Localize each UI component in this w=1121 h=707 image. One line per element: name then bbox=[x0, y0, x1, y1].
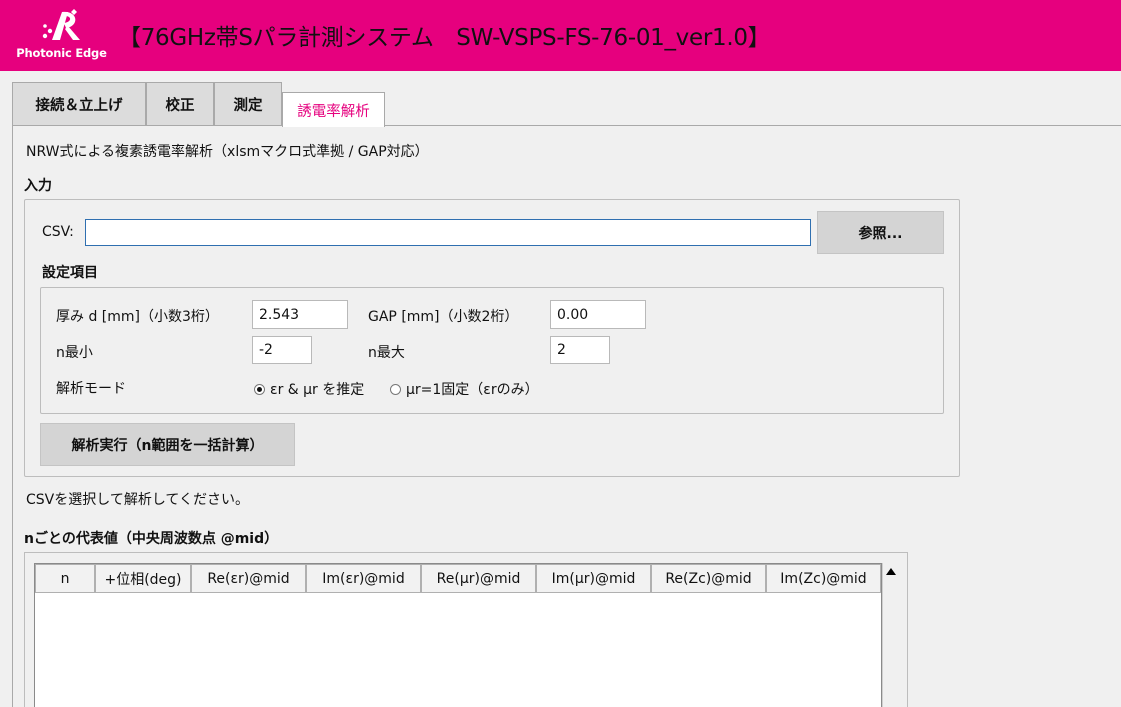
results-vertical-scrollbar[interactable] bbox=[882, 563, 899, 707]
column-header-im-er[interactable]: Im(εr)@mid bbox=[306, 564, 421, 593]
app-title: 【76GHz帯Sパラ計測システム SW-VSPS-FS-76-01_ver1.0… bbox=[118, 25, 771, 51]
analysis-mode-label: 解析モード bbox=[56, 381, 126, 397]
tab-calibration[interactable]: 校正 bbox=[146, 82, 214, 126]
column-header-phase[interactable]: +位相(deg) bbox=[95, 564, 191, 593]
mode-radio-mr-fixed[interactable]: μr=1固定（εrのみ） bbox=[390, 379, 539, 399]
n-min-input[interactable]: -2 bbox=[252, 336, 312, 364]
gap-input[interactable]: 0.00 bbox=[550, 300, 646, 329]
tab-measurement[interactable]: 測定 bbox=[214, 82, 282, 126]
radio-checked-icon bbox=[254, 383, 265, 395]
run-analysis-button[interactable]: 解析実行（n範囲を一括計算） bbox=[40, 423, 295, 466]
csv-path-input[interactable] bbox=[85, 219, 811, 246]
column-header-im-zc[interactable]: Im(Zc)@mid bbox=[766, 564, 881, 593]
page-description: NRW式による複素誘電率解析（xlsmマクロ式準拠 / GAP対応） bbox=[26, 144, 429, 160]
mode-radio-mr-fixed-label: μr=1固定（εrのみ） bbox=[406, 382, 539, 398]
n-min-label: n最小 bbox=[56, 345, 93, 361]
status-message: CSVを選択して解析してください。 bbox=[26, 492, 249, 508]
radio-unchecked-icon bbox=[390, 383, 401, 395]
n-max-label: n最大 bbox=[368, 345, 405, 361]
gap-label: GAP [mm]（小数2桁） bbox=[368, 309, 519, 325]
thickness-label: 厚み d [mm]（小数3桁） bbox=[56, 309, 219, 325]
column-header-re-zc[interactable]: Re(Zc)@mid bbox=[651, 564, 766, 593]
column-header-re-mr[interactable]: Re(μr)@mid bbox=[421, 564, 536, 593]
column-header-re-er[interactable]: Re(εr)@mid bbox=[191, 564, 306, 593]
tab-panel-border-left bbox=[12, 125, 13, 707]
tab-connect-startup[interactable]: 接続＆立上げ bbox=[12, 82, 146, 126]
mode-radio-er-mr[interactable]: εr & μr を推定 bbox=[254, 379, 364, 399]
thickness-input[interactable]: 2.543 bbox=[252, 300, 348, 329]
photonic-edge-logo-icon bbox=[42, 9, 80, 40]
csv-label: CSV: bbox=[42, 224, 74, 240]
app-header: Photonic Edge 【76GHz帯Sパラ計測システム SW-VSPS-F… bbox=[0, 0, 1121, 71]
input-section-title: 入力 bbox=[24, 178, 52, 194]
column-header-im-mr[interactable]: Im(μr)@mid bbox=[536, 564, 651, 593]
n-max-input[interactable]: 2 bbox=[550, 336, 610, 364]
company-logo: Photonic Edge bbox=[14, 6, 109, 66]
tab-permittivity-analysis[interactable]: 誘電率解析 bbox=[282, 92, 385, 127]
settings-title: 設定項目 bbox=[42, 265, 98, 281]
logo-text: Photonic Edge bbox=[16, 46, 107, 60]
tab-panel-border bbox=[12, 125, 1121, 126]
scroll-up-arrow-icon[interactable] bbox=[883, 563, 899, 579]
browse-button[interactable]: 参照... bbox=[817, 211, 944, 254]
mode-radio-er-mr-label: εr & μr を推定 bbox=[270, 382, 365, 398]
results-title: nごとの代表値（中央周波数点 @mid） bbox=[24, 531, 279, 547]
column-header-n[interactable]: n bbox=[35, 564, 95, 593]
